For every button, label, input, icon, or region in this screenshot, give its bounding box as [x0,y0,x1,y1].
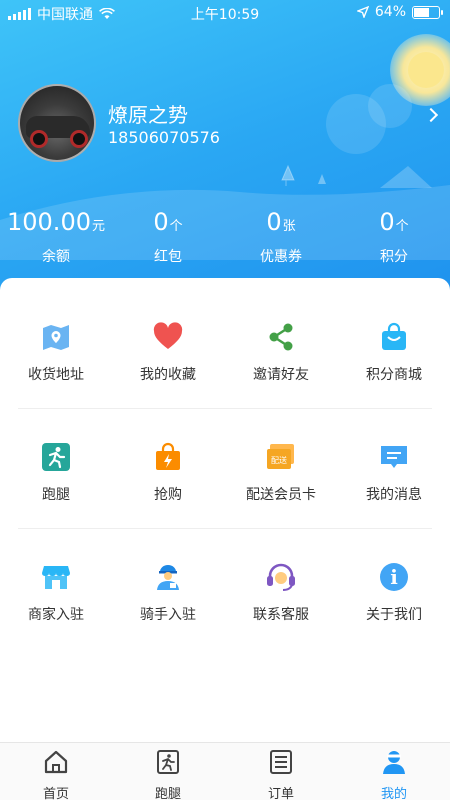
stat-unit: 张 [282,219,296,234]
menu-item-address[interactable]: 收货地址 [0,322,112,384]
shopping-bag-icon [382,322,406,350]
menu-row: 商家入驻 骑手入驻 联系客服 i 关于我们 [0,562,450,682]
menu-item-label: 联系客服 [253,607,309,623]
menu-item-invite[interactable]: 邀请好友 [225,322,337,384]
rider-icon [157,565,179,590]
menu-item-merchant-join[interactable]: 商家入驻 [0,562,112,624]
avatar[interactable] [18,84,96,162]
stat-value: 100.00 [7,208,91,236]
battery-percent: 64% [374,4,406,20]
menu-item-label: 我的消息 [366,487,422,503]
menu-item-label: 邀请好友 [253,367,309,383]
wheel-shape [70,130,88,148]
menu-row: 跑腿 抢购 配送 配送会员卡 我的消息 [0,442,450,562]
card-badge-text: 配送 [271,455,287,465]
menu-item-label: 骑手入驻 [140,607,196,623]
menu-item-label: 积分商城 [366,367,422,383]
order-icon [270,750,292,774]
message-icon [381,446,407,468]
menu-item-label: 抢购 [154,487,182,503]
bubble-decoration [368,84,412,128]
stat-label: 积分 [380,249,408,265]
screen: 中国联通 上午10:59 64% 燎原之势 18506070576 100.00… [0,0,450,800]
row-divider [18,408,432,409]
stat-unit: 元 [91,219,105,234]
stat-points[interactable]: 0个 积分 [338,208,450,266]
tab-label: 首页 [42,787,69,800]
stat-balance[interactable]: 100.00元 余额 [0,208,112,266]
account-stats: 100.00元 余额 0个 红包 0张 优惠券 0个 积分 [0,208,450,268]
tab-mine[interactable]: 我的 [338,749,450,800]
user-icon [383,751,405,774]
stat-red-packet[interactable]: 0个 红包 [112,208,224,266]
stat-label: 优惠券 [260,249,302,265]
user-phone: 18506070576 [108,128,220,147]
menu-item-rider-join[interactable]: 骑手入驻 [112,562,224,624]
location-arrow-icon [356,6,369,18]
menu-item-label: 配送会员卡 [246,487,316,503]
menu-item-customer-service[interactable]: 联系客服 [225,562,337,624]
headset-icon [267,563,295,591]
info-glyph: i [390,565,398,589]
stat-value: 0 [379,208,395,236]
menu-item-favorites[interactable]: 我的收藏 [112,322,224,384]
menu-item-label: 商家入驻 [28,607,84,623]
runner-icon [42,443,70,471]
tab-label: 跑腿 [154,787,181,800]
tab-label: 订单 [267,787,294,800]
status-bar: 中国联通 上午10:59 64% [0,0,450,26]
delivery-card-icon: 配送 [267,444,294,469]
bottom-tab-bar: 首页 跑腿 订单 我的 [0,742,450,800]
user-name[interactable]: 燎原之势 [108,99,188,128]
flash-bag-icon [156,442,180,470]
map-pin-icon [43,325,69,350]
stat-label: 余额 [42,249,70,265]
share-icon [269,323,293,351]
menu-item-messages[interactable]: 我的消息 [338,442,450,504]
errand-icon [157,750,179,774]
home-icon [44,750,68,774]
menu-item-label: 跑腿 [42,487,70,503]
battery-icon [412,5,443,19]
menu-item-flash-sale[interactable]: 抢购 [112,442,224,504]
row-divider [18,528,432,529]
profile-header: 中国联通 上午10:59 64% 燎原之势 18506070576 100.00… [0,0,450,300]
tab-errand[interactable]: 跑腿 [112,749,224,800]
stat-value: 0 [153,208,169,236]
stat-value: 0 [266,208,282,236]
heart-icon [153,322,183,349]
tab-label: 我的 [380,787,407,800]
menu-item-label: 收货地址 [28,367,84,383]
menu-row: 收货地址 我的收藏 邀请好友 积分商城 [0,322,450,442]
stat-coupon[interactable]: 0张 优惠券 [225,208,337,266]
menu-item-delivery-card[interactable]: 配送 配送会员卡 [225,442,337,504]
stat-unit: 个 [169,219,183,234]
tab-home[interactable]: 首页 [0,749,112,800]
stat-unit: 个 [395,219,409,234]
wheel-shape [30,130,48,148]
tab-orders[interactable]: 订单 [225,749,337,800]
chevron-right-icon[interactable] [423,107,439,123]
store-icon [42,566,70,589]
stat-label: 红包 [154,249,182,265]
menu-item-errand[interactable]: 跑腿 [0,442,112,504]
menu-item-about[interactable]: i 关于我们 [338,562,450,624]
info-icon: i [380,563,408,591]
menu-item-points-mall[interactable]: 积分商城 [338,322,450,384]
menu-item-label: 关于我们 [366,607,422,623]
menu-card: 收货地址 我的收藏 邀请好友 积分商城 跑腿 抢购 配送 配送会员卡 我的消息 … [0,278,450,742]
menu-item-label: 我的收藏 [140,367,196,383]
